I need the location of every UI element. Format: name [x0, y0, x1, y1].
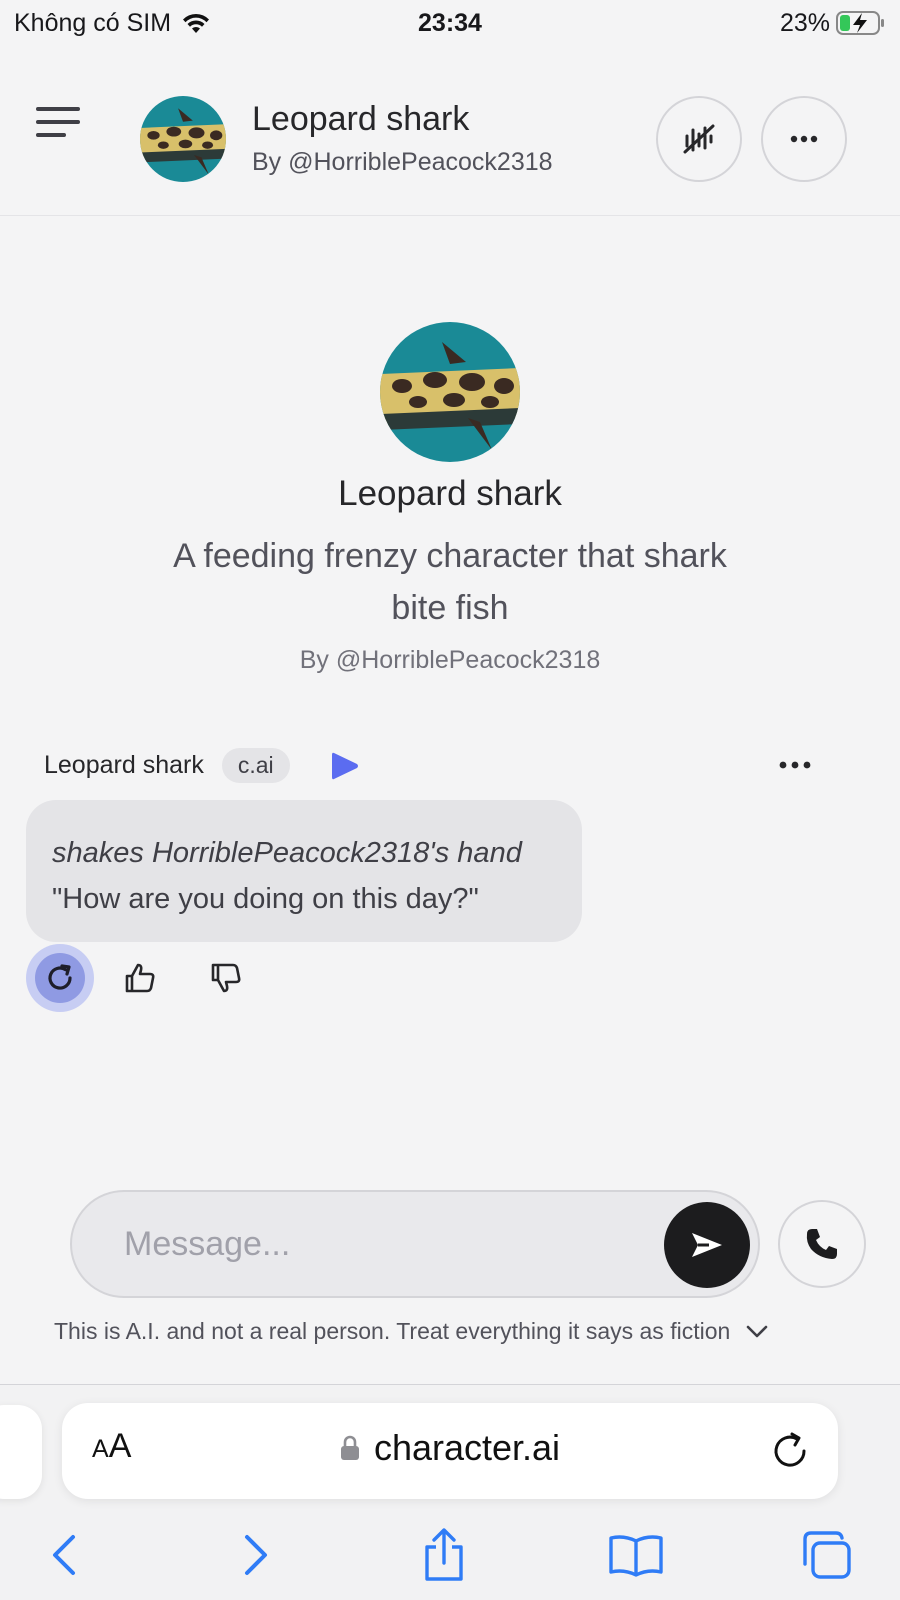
profile-description: A feeding frenzy character that shark bi… — [173, 537, 727, 627]
send-icon — [692, 1233, 722, 1257]
message-actions — [26, 944, 250, 1012]
leopard-shark-image — [380, 322, 520, 462]
thumbs-up-icon — [125, 963, 155, 993]
voice-waveform-icon — [683, 124, 715, 154]
profile-avatar — [380, 322, 520, 462]
message-text: "How are you doing on this day?" — [52, 883, 479, 915]
tabs-icon — [803, 1531, 851, 1579]
tabs-button[interactable] — [796, 1525, 856, 1585]
status-time: 23:34 — [418, 8, 482, 37]
leopard-shark-image — [140, 96, 226, 182]
ai-disclaimer[interactable]: This is A.I. and not a real person. Trea… — [54, 1318, 768, 1345]
message-action: shakes HorriblePeacock2318's hand — [52, 837, 522, 869]
like-button[interactable] — [116, 954, 164, 1002]
character-avatar[interactable] — [140, 96, 226, 182]
chat-header: Leopard shark By @HorriblePeacock2318 — [0, 62, 900, 216]
lock-icon — [340, 1435, 359, 1460]
url-text: character.ai — [373, 1427, 561, 1468]
share-icon — [425, 1528, 463, 1581]
previous-tab[interactable] — [0, 1405, 42, 1499]
phone-icon — [806, 1229, 837, 1259]
bookmarks-button[interactable] — [606, 1525, 666, 1585]
battery-charging-icon — [836, 11, 884, 35]
send-button[interactable] — [664, 1202, 750, 1288]
chevron-down-icon — [746, 1325, 768, 1337]
forward-button[interactable] — [226, 1525, 286, 1585]
more-options-button[interactable] — [761, 96, 847, 182]
play-icon[interactable] — [330, 750, 360, 782]
reload-icon[interactable] — [768, 1429, 812, 1473]
back-button[interactable] — [34, 1525, 94, 1585]
thumbs-down-icon — [211, 963, 241, 993]
header-author[interactable]: By @HorriblePeacock2318 — [252, 148, 553, 177]
message-more-icon[interactable] — [778, 760, 812, 770]
dislike-button[interactable] — [202, 954, 250, 1002]
chevron-right-icon — [245, 1535, 267, 1575]
chevron-left-icon — [53, 1535, 75, 1575]
hamburger-icon — [36, 107, 80, 111]
profile-author[interactable]: By @HorriblePeacock2318 — [0, 646, 900, 675]
profile-name: Leopard shark — [338, 474, 562, 513]
voice-button[interactable] — [656, 96, 742, 182]
message-sender: Leopard shark — [44, 751, 204, 779]
book-icon — [609, 1535, 663, 1577]
message-header: Leopard shark c.ai — [44, 748, 360, 783]
message-input[interactable] — [124, 1214, 624, 1274]
regenerate-button[interactable] — [26, 944, 94, 1012]
refresh-icon — [48, 964, 72, 990]
menu-button[interactable] — [36, 107, 84, 147]
browser-chrome: AA character.ai — [0, 1384, 900, 1600]
share-button[interactable] — [414, 1525, 474, 1585]
cai-badge: c.ai — [221, 748, 290, 783]
disclaimer-text: This is A.I. and not a real person. Trea… — [54, 1318, 731, 1344]
browser-toolbar — [0, 1515, 900, 1595]
call-button[interactable] — [778, 1200, 866, 1288]
status-bar: Không có SIM 23:34 23% — [0, 0, 900, 46]
message-composer — [70, 1190, 760, 1298]
address-bar[interactable]: AA character.ai — [62, 1403, 838, 1499]
header-title[interactable]: Leopard shark — [252, 100, 469, 139]
url-display[interactable]: character.ai — [62, 1427, 838, 1469]
more-dots-icon — [790, 135, 818, 143]
message-bubble: shakes HorriblePeacock2318's hand "How a… — [26, 800, 582, 942]
